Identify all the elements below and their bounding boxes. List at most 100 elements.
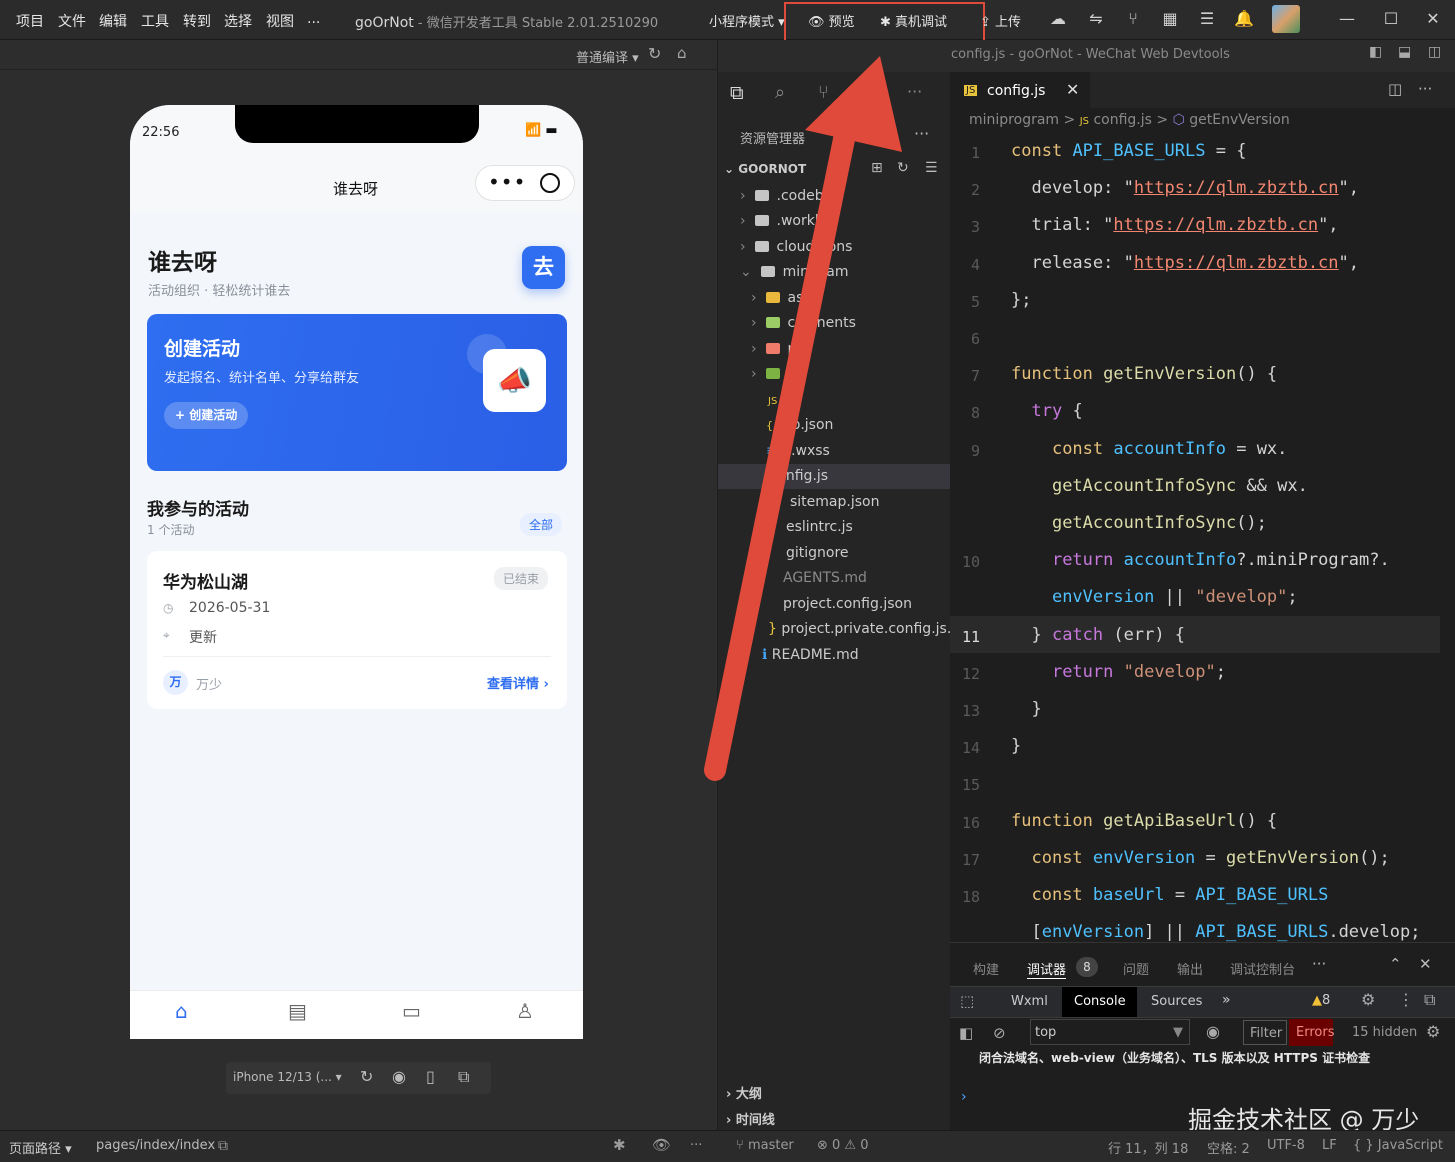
inspect-icon[interactable]: ⬚ xyxy=(960,992,974,1010)
close-panel-icon[interactable]: ✕ xyxy=(1419,955,1432,973)
tab-activity[interactable]: ▤ xyxy=(288,999,307,1023)
tab-profile[interactable]: ♙ xyxy=(516,999,534,1023)
console-prompt[interactable]: › xyxy=(961,1089,967,1105)
mode-dropdown[interactable]: 小程序模式 ▾ xyxy=(709,11,785,30)
problems-status[interactable]: ⊗ 0 ⚠ 0 xyxy=(817,1138,869,1153)
code-line[interactable]: }; xyxy=(1011,290,1031,310)
code-line[interactable]: } xyxy=(1011,736,1021,756)
code-line[interactable]: } catch (err) { xyxy=(1011,625,1185,645)
layout-icon[interactable]: ▦ xyxy=(1159,8,1181,30)
close-tab-icon[interactable]: ✕ xyxy=(1066,80,1079,99)
kebab-icon[interactable]: ⋮ xyxy=(1398,990,1414,1009)
code-line[interactable]: function getEnvVersion() { xyxy=(1011,364,1277,384)
sidebar-icon[interactable]: ◧ xyxy=(959,1024,973,1042)
split-toggle-icon[interactable]: ◫ xyxy=(1428,44,1441,60)
editor-more-icon[interactable]: ··· xyxy=(1418,80,1432,98)
more-icon[interactable]: ••• xyxy=(488,170,526,194)
panel-tab-build[interactable]: 构建 xyxy=(973,959,999,978)
devtab-console[interactable]: Console xyxy=(1074,994,1126,1009)
code-line[interactable]: return "develop"; xyxy=(1011,662,1226,682)
undock-icon[interactable]: ⧉ xyxy=(1424,990,1435,1010)
menu-tools[interactable]: 工具 xyxy=(141,11,169,31)
code-line[interactable]: getAccountInfoSync && wx. xyxy=(1011,476,1308,496)
clear-console-icon[interactable]: ⊘ xyxy=(993,1024,1006,1042)
code-line[interactable]: return accountInfo?.miniProgram?. xyxy=(1011,550,1390,570)
refresh-icon[interactable]: ↻ xyxy=(648,44,661,63)
panel-tab-problems[interactable]: 问题 xyxy=(1123,959,1149,978)
code-line[interactable]: develop: "https://qlm.zbztb.cn", xyxy=(1011,178,1359,198)
compile-dropdown[interactable]: 普通编译 ▾ xyxy=(576,47,639,66)
menu-file[interactable]: 文件 xyxy=(58,11,86,31)
close-icon[interactable]: ✕ xyxy=(1422,8,1444,30)
panel-tab-output[interactable]: 输出 xyxy=(1177,959,1203,978)
filter-input[interactable]: Filter xyxy=(1243,1020,1287,1045)
menu-view[interactable]: 视图 xyxy=(266,11,294,31)
activity-card[interactable]: 华为松山湖 已结束 ◷ 2026-05-31 ⌖ 更新 万 万少 查看详情 › xyxy=(147,551,567,709)
errors-filter[interactable]: Errors xyxy=(1289,1019,1334,1046)
tab-config-js[interactable]: JS config.js ✕ xyxy=(950,72,1090,108)
code-line[interactable]: function getApiBaseUrl() { xyxy=(1011,811,1277,831)
menu-more[interactable]: ... xyxy=(307,11,320,27)
panel-toggle-icon[interactable]: ⬓ xyxy=(1398,44,1411,60)
code-line[interactable]: const accountInfo = wx. xyxy=(1011,439,1287,459)
bell-icon[interactable]: 🔔 xyxy=(1233,8,1255,30)
clear-cache-icon[interactable]: ⌂ xyxy=(677,44,687,62)
code-line[interactable]: const baseUrl = API_BASE_URLS xyxy=(1011,885,1328,905)
encoding[interactable]: UTF-8 xyxy=(1267,1138,1305,1153)
preview-eye-icon[interactable]: 👁 xyxy=(652,1136,671,1154)
code-line[interactable]: const API_BASE_URLS = { xyxy=(1011,141,1246,161)
code-line[interactable]: trial: "https://qlm.zbztb.cn", xyxy=(1011,215,1338,235)
tab-home[interactable]: ⌂ xyxy=(175,999,188,1023)
code-line[interactable]: [envVersion] || API_BASE_URLS.develop; xyxy=(1011,922,1420,942)
cloud-icon[interactable]: ☁ xyxy=(1047,8,1069,30)
create-activity-card[interactable]: 创建活动 发起报名、统计名单、分享给群友 + 创建活动 📣 xyxy=(147,314,567,471)
swap-icon[interactable]: ⇋ xyxy=(1085,8,1107,30)
devtab-sources[interactable]: Sources xyxy=(1151,994,1202,1009)
breadcrumb-file[interactable]: config.js xyxy=(1093,112,1151,128)
branch-icon[interactable]: ⑂ xyxy=(1122,8,1144,30)
minimize-icon[interactable]: — xyxy=(1336,8,1358,30)
sidebar-toggle-icon[interactable]: ◧ xyxy=(1369,44,1382,60)
maximize-icon[interactable]: ☐ xyxy=(1380,8,1402,30)
console-settings-icon[interactable]: ⚙ xyxy=(1426,1022,1440,1041)
debug-icon[interactable]: ✱ xyxy=(613,1136,626,1154)
panel-tab-debug-console[interactable]: 调试控制台 xyxy=(1230,959,1295,978)
menu-goto[interactable]: 转到 xyxy=(183,11,211,31)
eye-icon[interactable]: ◉ xyxy=(1206,1022,1220,1041)
language-mode[interactable]: { } JavaScript xyxy=(1353,1138,1443,1153)
phone-icon[interactable]: ▯ xyxy=(426,1067,435,1086)
cursor-position[interactable]: 行 11，列 18 xyxy=(1108,1138,1188,1157)
detail-link[interactable]: 查看详情 › xyxy=(487,673,549,692)
code-line[interactable]: release: "https://qlm.zbztb.cn", xyxy=(1011,253,1359,273)
code-line[interactable]: envVersion || "develop"; xyxy=(1011,587,1298,607)
split-editor-icon[interactable]: ◫ xyxy=(1388,80,1402,98)
rotate-icon[interactable]: ↻ xyxy=(360,1067,373,1086)
eol[interactable]: LF xyxy=(1322,1138,1337,1153)
maximize-panel-icon[interactable]: ⌃ xyxy=(1389,955,1402,973)
code-line[interactable]: getAccountInfoSync(); xyxy=(1011,513,1267,533)
settings-icon[interactable]: ⚙ xyxy=(1361,990,1375,1009)
menu-project[interactable]: 项目 xyxy=(16,11,44,31)
capsule-menu[interactable]: ••• xyxy=(475,165,575,201)
upload-button[interactable]: ⇪ 上传 xyxy=(980,11,1021,30)
status-more-icon[interactable]: ··· xyxy=(690,1138,702,1153)
timeline-section[interactable]: › 时间线 xyxy=(726,1109,775,1128)
detach-icon[interactable]: ⧉ xyxy=(458,1067,469,1087)
avatar[interactable] xyxy=(1272,5,1300,33)
code-line[interactable]: try { xyxy=(1011,401,1082,421)
code-line[interactable]: const envVersion = getEnvVersion(); xyxy=(1011,848,1389,868)
breadcrumb-symbol[interactable]: getEnvVersion xyxy=(1189,112,1289,128)
outline-section[interactable]: › 大纲 xyxy=(726,1083,762,1102)
device-select[interactable]: iPhone 12/13 (... ▾ xyxy=(233,1070,342,1084)
devtab-wxml[interactable]: Wxml xyxy=(1011,994,1048,1009)
panel-tab-debugger[interactable]: 调试器 xyxy=(1027,959,1067,979)
tab-message[interactable]: ▭ xyxy=(402,999,421,1023)
panel-more-icon[interactable]: ··· xyxy=(1312,955,1326,973)
menu-select[interactable]: 选择 xyxy=(224,11,252,31)
menu-edit[interactable]: 编辑 xyxy=(99,11,127,31)
close-miniprogram-icon[interactable] xyxy=(540,173,560,193)
devtab-more[interactable]: » xyxy=(1222,992,1231,1008)
warning-count[interactable]: ▲8 xyxy=(1312,993,1330,1008)
view-all-button[interactable]: 全部 xyxy=(520,513,563,536)
context-select[interactable]: top ▼ xyxy=(1030,1019,1190,1045)
